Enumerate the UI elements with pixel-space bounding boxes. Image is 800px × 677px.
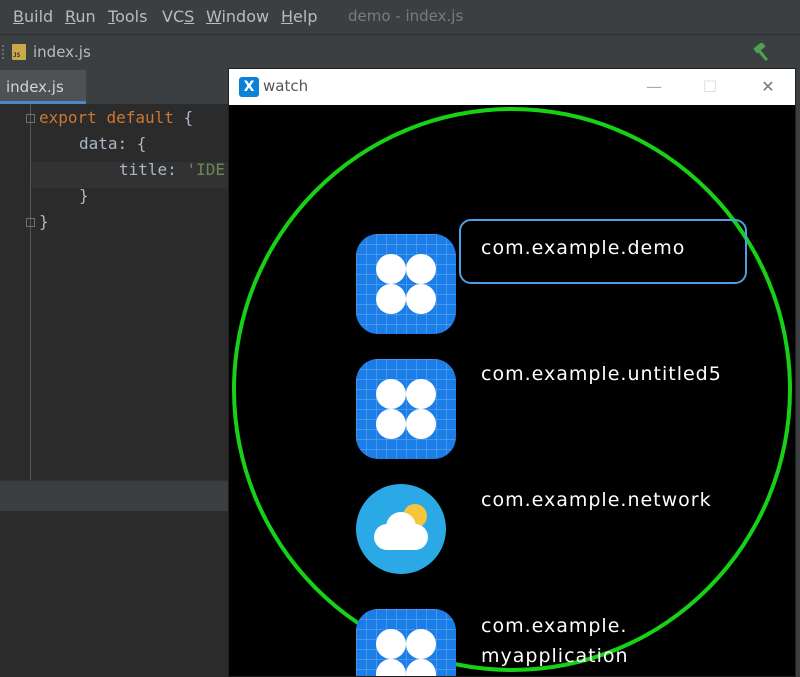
menu-build[interactable]: Build [13, 7, 53, 26]
watch-screen[interactable]: com.example.demo com.example.untitled5 c… [229, 105, 795, 676]
code-line-3: title: 'IDE [119, 160, 225, 179]
breadcrumb-file[interactable]: index.js [33, 43, 91, 61]
tool-window-area [0, 511, 230, 677]
grid-flower-icon[interactable] [356, 609, 456, 676]
app-label-myapplication-line2[interactable]: myapplication [481, 645, 629, 667]
code-line-5: } [39, 212, 49, 231]
code-line-1: export default { [39, 108, 194, 127]
menu-vcs[interactable]: VCS [162, 7, 194, 26]
code-editor[interactable]: export default { data: { title: 'IDE } } [0, 104, 230, 480]
menu-help[interactable]: Help [281, 7, 317, 26]
watch-simulator-window: X watch — ☐ ✕ com.example.demo com.examp… [228, 68, 796, 677]
navigation-bar: JS index.js [0, 34, 800, 71]
grid-flower-icon[interactable] [356, 234, 456, 334]
close-button[interactable]: ✕ [753, 75, 783, 99]
app-label-network[interactable]: com.example.network [481, 489, 712, 511]
watch-title-bar[interactable]: X watch — ☐ ✕ [229, 69, 795, 105]
menu-window[interactable]: Window [206, 7, 269, 26]
menu-run[interactable]: Run [65, 7, 96, 26]
grid-flower-icon[interactable] [356, 359, 456, 459]
build-hammer-icon[interactable] [752, 43, 772, 63]
window-title: demo - index.js [348, 7, 464, 25]
app-label-untitled5[interactable]: com.example.untitled5 [481, 363, 722, 385]
weather-icon[interactable] [356, 484, 446, 574]
watch-app-icon: X [239, 77, 259, 97]
tool-window-header [0, 480, 230, 511]
tab-label: index.js [6, 78, 64, 96]
editor-tab-row: index.js [0, 70, 230, 104]
toolbar-grip [2, 45, 8, 59]
gutter-divider [30, 104, 31, 480]
menu-bar: Build Run Tools VCS Window Help demo - i… [0, 0, 800, 34]
tab-index-js[interactable]: index.js [0, 70, 86, 104]
fold-marker-icon[interactable] [26, 218, 35, 227]
code-line-2: data: { [79, 134, 147, 153]
minimize-button[interactable]: — [639, 75, 669, 99]
watch-bezel-ring [232, 107, 792, 672]
menu-tools[interactable]: Tools [108, 7, 147, 26]
focus-highlight [459, 219, 747, 284]
js-file-icon: JS [12, 44, 26, 60]
fold-marker-icon[interactable] [26, 114, 35, 123]
maximize-button[interactable]: ☐ [695, 75, 725, 99]
app-label-myapplication-line1[interactable]: com.example. [481, 615, 627, 637]
code-line-4: } [79, 186, 89, 205]
watch-window-title: watch [263, 77, 309, 95]
